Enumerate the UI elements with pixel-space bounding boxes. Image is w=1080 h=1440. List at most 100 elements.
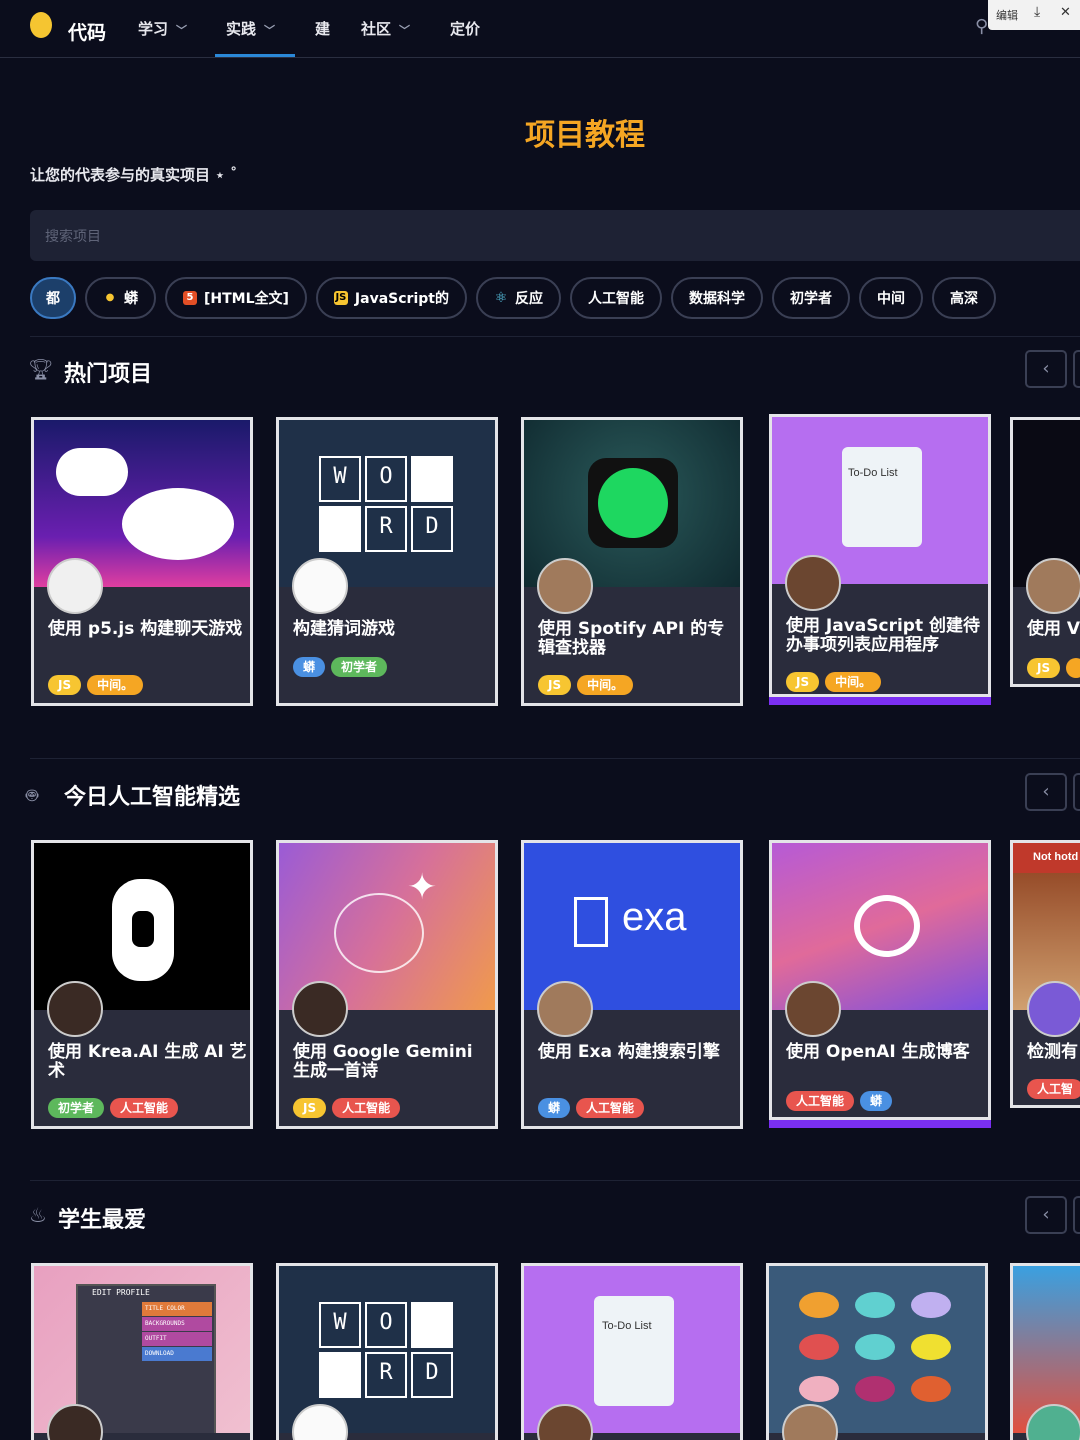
python-icon: ●	[105, 292, 115, 303]
section-title: 今日人工智能精选	[64, 785, 241, 810]
project-card[interactable]: To-Do List	[521, 1263, 743, 1440]
project-card[interactable]: exa 使用 Exa 构建搜索引擎 蟒 人工智能	[521, 840, 743, 1129]
avatar	[292, 981, 348, 1037]
tag: 人工智能	[332, 1098, 401, 1118]
tag: JS	[786, 672, 820, 692]
tag: 蟒	[860, 1091, 893, 1111]
spotify-icon	[598, 468, 668, 538]
filter-react[interactable]: ⚛ 反应	[475, 277, 561, 319]
tag-list: JS 中间。	[786, 672, 882, 692]
tag-list: 蟒 初学者	[293, 657, 388, 677]
tag: 中间。	[825, 672, 882, 692]
tag: 人工智能	[110, 1098, 179, 1118]
edit-button[interactable]: 编辑	[996, 7, 1018, 23]
brand-name[interactable]: 代码	[68, 18, 106, 45]
tag-list: JS	[1027, 658, 1080, 678]
filter-ai[interactable]: 人工智能	[569, 277, 662, 319]
project-card[interactable]: 使用 V JS	[1010, 417, 1080, 687]
card-title: 使用 Krea.AI 生成 AI 艺术	[48, 1042, 247, 1081]
search-input[interactable]	[30, 210, 1080, 261]
tag: 初学者	[48, 1098, 105, 1118]
nav-item-pricing[interactable]: 定价	[450, 18, 480, 39]
project-card[interactable]: Not hotd 检测有 人工智	[1010, 840, 1080, 1108]
tag-list: 蟒 人工智能	[538, 1098, 645, 1118]
project-card[interactable]: W O R D	[276, 1263, 498, 1440]
card-title: 检测有	[1027, 1042, 1078, 1062]
project-card[interactable]: 使用 Krea.AI 生成 AI 艺术 初学者 人工智能	[31, 840, 253, 1129]
filter-chips: 都 ● 蟒 5 [HTML全文] JS JavaScript的 ⚛ 反应 人工智能 数据…	[30, 277, 996, 319]
filter-advanced[interactable]: 高深	[931, 277, 996, 319]
project-card[interactable]: 使用 OpenAI 生成博客 人工智能 蟒	[769, 840, 991, 1120]
javascript-icon: JS	[333, 291, 348, 305]
card-title: 使用 Google Gemini 生成一首诗	[293, 1042, 473, 1081]
search-icon[interactable]: ⚲	[975, 16, 988, 37]
tag: 初学者	[331, 657, 388, 677]
project-card[interactable]: 使用 Spotify API 的专辑查找器 JS 中间。	[521, 417, 743, 706]
project-card[interactable]: W O R D 构建猜词游戏 蟒 初学者	[276, 417, 498, 706]
avatar	[47, 981, 103, 1037]
top-nav: 代码 学习 ﹀ 实践 ﹀ 建 社区 ﹀ 定价 ⚲ 编辑 ⤓ ✕	[0, 0, 1080, 58]
avatar	[785, 981, 841, 1037]
tag: 中间。	[577, 675, 634, 695]
carousel-next-button[interactable]	[1073, 773, 1080, 811]
react-icon: ⚛	[494, 290, 508, 306]
filter-html[interactable]: 5 [HTML全文]	[165, 277, 307, 319]
tag-list: JS 人工智能	[293, 1098, 401, 1118]
filter-beginner[interactable]: 初学者	[771, 277, 850, 319]
tag-list: 初学者 人工智能	[48, 1098, 179, 1118]
card-title: 使用 JavaScript 创建待办事项列表应用程序	[786, 616, 981, 655]
nav-item-build[interactable]: 建	[315, 18, 330, 39]
tag: 蟒	[538, 1098, 571, 1118]
tag: JS	[1027, 658, 1061, 678]
filter-data-science[interactable]: 数据科学	[670, 277, 763, 319]
divider	[30, 336, 1080, 337]
card-title: 使用 p5.js 构建聊天游戏	[48, 619, 243, 639]
card-title: 使用 Spotify API 的专辑查找器	[538, 619, 725, 658]
browser-toolbar: 编辑 ⤓ ✕	[988, 0, 1080, 30]
tag: JS	[293, 1098, 327, 1118]
nav-item-practice[interactable]: 实践 ﹀	[226, 18, 275, 39]
card-title: 使用 Exa 构建搜索引擎	[538, 1042, 720, 1062]
filter-intermediate[interactable]: 中间	[858, 277, 923, 319]
project-card[interactable]	[1010, 1263, 1080, 1440]
nav-item-learn[interactable]: 学习 ﹀	[138, 18, 187, 39]
openai-icon	[854, 895, 920, 957]
chevron-down-icon: ﹀	[176, 24, 188, 37]
tag	[1066, 658, 1080, 678]
tag: JS	[538, 675, 572, 695]
tag: 人工智能	[786, 1091, 855, 1111]
carousel-next-button[interactable]	[1073, 350, 1080, 388]
carousel-prev-button[interactable]: ‹	[1025, 773, 1067, 811]
avatar	[1026, 558, 1080, 614]
avatar	[1027, 981, 1080, 1037]
project-card[interactable]: ✦ 使用 Google Gemini 生成一首诗 JS 人工智能	[276, 840, 498, 1129]
filter-javascript[interactable]: JS JavaScript的	[315, 277, 467, 319]
carousel-prev-button[interactable]: ‹	[1025, 350, 1067, 388]
carousel-prev-button[interactable]: ‹	[1025, 1196, 1067, 1234]
project-card[interactable]: 使用 p5.js 构建聊天游戏 JS 中间。	[31, 417, 253, 706]
close-icon[interactable]: ✕	[1060, 5, 1071, 20]
chevron-down-icon: ﹀	[399, 24, 411, 37]
avatar	[785, 555, 841, 611]
download-icon[interactable]: ⤓	[1034, 4, 1040, 20]
card-title: 使用 V	[1027, 619, 1080, 639]
logo-icon[interactable]	[30, 12, 52, 38]
divider	[30, 1180, 1080, 1181]
tag: 中间。	[87, 675, 144, 695]
section-title: 热门项目	[64, 362, 153, 387]
tag: 人工智	[1027, 1079, 1080, 1099]
project-card[interactable]: To-Do List 使用 JavaScript 创建待办事项列表应用程序 JS…	[769, 414, 991, 697]
filter-python[interactable]: ● 蟒	[85, 277, 156, 319]
avatar	[537, 981, 593, 1037]
project-card[interactable]	[766, 1263, 988, 1440]
filter-all[interactable]: 都	[30, 277, 76, 319]
carousel-next-button[interactable]	[1073, 1196, 1080, 1234]
tag-list: 人工智	[1027, 1079, 1080, 1099]
avatar	[47, 558, 103, 614]
tag-list: JS 中间。	[48, 675, 144, 695]
project-card[interactable]: EDIT PROFILE TITLE COLOR BACKGROUNDS OUT…	[31, 1263, 253, 1440]
divider	[30, 758, 1080, 759]
tag: 人工智能	[576, 1098, 645, 1118]
robot-icon: 🤖︎	[26, 783, 38, 807]
nav-item-community[interactable]: 社区 ﹀	[361, 18, 410, 39]
